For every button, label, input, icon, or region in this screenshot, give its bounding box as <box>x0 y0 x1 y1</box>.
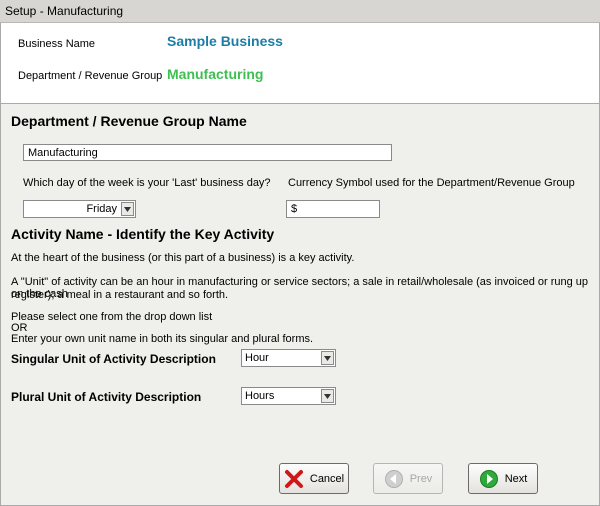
chevron-down-icon[interactable] <box>321 389 334 403</box>
red-x-icon <box>284 469 304 489</box>
currency-symbol-input[interactable] <box>286 200 380 218</box>
cancel-button[interactable]: Cancel <box>279 463 349 494</box>
currency-symbol-label: Currency Symbol used for the Department/… <box>288 177 575 189</box>
department-name-input[interactable] <box>23 144 392 161</box>
last-day-select-value: Friday <box>86 203 117 215</box>
singular-unit-select[interactable]: Hour <box>241 349 336 367</box>
next-button[interactable]: Next <box>468 463 538 494</box>
business-name-label: Business Name <box>18 38 96 50</box>
section-title-department: Department / Revenue Group Name <box>11 113 247 129</box>
chevron-down-icon[interactable] <box>121 202 134 216</box>
singular-unit-value: Hour <box>245 352 269 364</box>
last-day-label: Which day of the week is your 'Last' bus… <box>23 177 271 189</box>
plural-unit-value: Hours <box>245 390 275 402</box>
window-title: Setup - Manufacturing <box>0 0 600 23</box>
unit-explanation-line-2: register); a meal in a restaurant and so… <box>11 289 229 301</box>
chevron-down-icon[interactable] <box>321 351 334 365</box>
cancel-button-label: Cancel <box>309 472 345 485</box>
plural-unit-label: Plural Unit of Activity Description <box>11 390 202 404</box>
left-arrow-icon <box>384 469 404 489</box>
instruction-line-3: Enter your own unit name in both its sin… <box>11 333 314 345</box>
plural-unit-select[interactable]: Hours <box>241 387 336 405</box>
department-label: Department / Revenue Group <box>18 70 163 82</box>
activity-intro-text: At the heart of the business (or this pa… <box>11 252 355 264</box>
green-right-arrow-icon <box>479 469 499 489</box>
section-title-activity: Activity Name - Identify the Key Activit… <box>11 226 275 242</box>
prev-button-label: Prev <box>409 472 433 485</box>
next-button-label: Next <box>504 472 528 485</box>
business-name-value: Sample Business <box>167 33 283 49</box>
instruction-line-1: Please select one from the drop down lis… <box>11 311 213 323</box>
department-value: Manufacturing <box>167 66 264 82</box>
header-panel: Business Name Sample Business Department… <box>0 23 600 103</box>
singular-unit-label: Singular Unit of Activity Description <box>11 352 216 366</box>
prev-button[interactable]: Prev <box>373 463 443 494</box>
main-panel: Department / Revenue Group Name Which da… <box>0 103 600 506</box>
last-day-select[interactable]: Friday <box>23 200 136 218</box>
